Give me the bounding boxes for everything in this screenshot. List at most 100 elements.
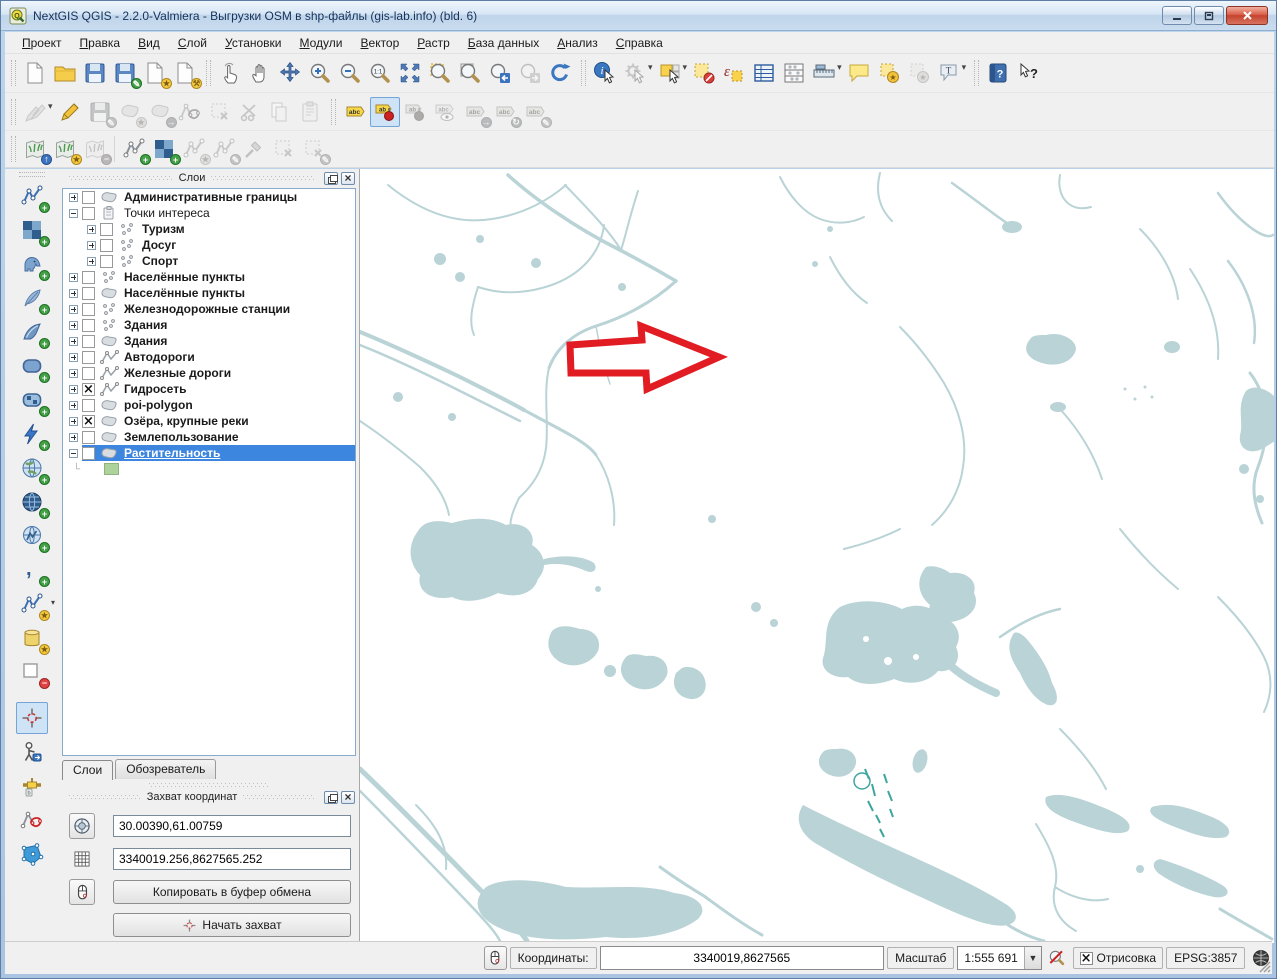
layer-checkbox[interactable] [82,447,95,460]
expand-icon[interactable] [69,433,78,442]
zoom-native-button[interactable] [365,58,395,88]
layer-checkbox[interactable] [82,207,95,220]
crs-status-label[interactable]: EPSG:3857 [1166,947,1245,969]
pin-unpin-labels-button[interactable] [400,97,430,127]
toolbar-grip[interactable] [11,60,16,86]
deselect-all-button[interactable] [689,58,719,88]
toolbar-grip[interactable] [11,136,16,162]
layer-checkbox[interactable] [82,431,95,444]
layer-checkbox[interactable] [82,191,95,204]
copy-to-clipboard-button[interactable]: Копировать в буфер обмена [113,880,351,904]
layer-checkbox-checked[interactable]: × [82,415,95,428]
node-tool-button[interactable] [175,97,205,127]
paste-features-button[interactable] [295,97,325,127]
save-layer-edits-button[interactable]: ✎ [85,97,115,127]
layer-labeling-options-button[interactable] [340,97,370,127]
layer-row-selected[interactable]: Растительность [63,445,355,461]
render-toggle[interactable]: × Отрисовка [1073,947,1164,969]
add-raster-layer-button[interactable]: + [149,134,179,164]
menu-view[interactable]: Вид [129,34,169,52]
layer-row[interactable]: ×Озёра, крупные реки [63,413,355,429]
whats-this-button[interactable] [1013,58,1043,88]
identify-features-button[interactable] [590,58,620,88]
geo-crs-button[interactable] [69,813,95,839]
zoom-to-selection-button[interactable] [425,58,455,88]
close-button[interactable] [1226,6,1268,25]
layer-row[interactable]: Досуг [63,237,355,253]
map-canvas[interactable] [359,169,1274,943]
add-wcs-layer-button[interactable]: + [16,486,48,518]
expand-icon[interactable] [87,225,96,234]
select-features-button[interactable] [655,58,685,88]
pan-map-button[interactable] [245,58,275,88]
expand-icon[interactable] [87,241,96,250]
project-remove-button[interactable]: − [80,134,110,164]
add-db2-layer-button[interactable]: + [16,384,48,416]
menu-project[interactable]: Проект [13,34,71,52]
expand-icon[interactable] [69,321,78,330]
zoom-in-button[interactable] [305,58,335,88]
new-layer-dropdown[interactable]: ▾ [51,598,55,607]
layers-panel-header[interactable]: Слои [59,169,359,187]
add-wms-layer-button[interactable]: + [16,452,48,484]
layers-panel-float-button[interactable] [324,172,338,185]
build-tools-button[interactable] [239,134,269,164]
resize-grip[interactable] [1258,960,1271,973]
layer-row[interactable]: Населённые пункты [63,285,355,301]
copy-features-button[interactable] [265,97,295,127]
change-label-button[interactable]: ✎ [520,97,550,127]
layer-page-edit-button[interactable]: ✎ [299,134,329,164]
layer-checkbox[interactable] [82,335,95,348]
rotate-label-button[interactable]: ↻ [490,97,520,127]
layer-row[interactable]: Административные границы [63,189,355,205]
add-oracle-georaster-button[interactable]: + [16,418,48,450]
save-project-button[interactable] [80,58,110,88]
measure-line-button[interactable] [809,58,839,88]
expand-icon[interactable] [69,193,78,202]
touch-zoom-pan-button[interactable] [215,58,245,88]
select-by-expression-button[interactable] [719,58,749,88]
layer-row[interactable]: Спорт [63,253,355,269]
toggle-editing-button[interactable] [55,97,85,127]
layer-row[interactable]: Автодороги [63,349,355,365]
dissolve-plugin-button[interactable] [16,804,48,836]
stop-render-button[interactable] [1046,946,1069,970]
refresh-map-button[interactable] [545,58,575,88]
text-annotation-button[interactable] [934,58,964,88]
expand-icon[interactable] [69,337,78,346]
add-oracle-layer-button[interactable]: + [16,350,48,382]
toolbar-grip[interactable] [581,60,586,86]
render-checkbox[interactable]: × [1080,952,1093,965]
current-edits-button[interactable] [20,97,50,127]
expand-icon[interactable] [69,289,78,298]
tab-browser[interactable]: Обозреватель [115,759,216,779]
add-raster-layer-button[interactable]: + [16,214,48,246]
project-to-server-button[interactable]: ↑ [20,134,50,164]
toolbar-grip[interactable] [974,60,979,86]
toolbar-grip[interactable] [11,99,16,125]
statusbar-track-mouse-button[interactable] [484,946,507,970]
collapse-icon[interactable] [69,449,78,458]
add-feature-button[interactable]: ★ [115,97,145,127]
generalizer-plugin-button[interactable] [16,838,48,870]
menu-raster[interactable]: Растр [408,34,458,52]
menu-edit[interactable]: Правка [71,34,130,52]
layer-group-row[interactable]: Точки интереса [63,205,355,221]
layer-row[interactable]: Туризм [63,221,355,237]
layer-row[interactable]: Железные дороги [63,365,355,381]
vegetation-color-swatch[interactable] [104,463,119,475]
expand-icon[interactable] [87,257,96,266]
new-project-button[interactable] [20,58,50,88]
menu-plugins[interactable]: Модули [291,34,352,52]
coord-panel-float-button[interactable] [324,791,338,804]
layer-row[interactable]: ×Гидросеть [63,381,355,397]
minimize-button[interactable] [1162,6,1192,25]
add-wfs-layer-button[interactable]: + [16,520,48,552]
move-feature-button[interactable]: → [145,97,175,127]
expand-icon[interactable] [69,353,78,362]
open-project-button[interactable] [50,58,80,88]
start-capture-button[interactable]: Начать захват [113,913,351,937]
menu-settings[interactable]: Установки [216,34,291,52]
layer-checkbox[interactable] [82,303,95,316]
layers-panel-close-button[interactable] [341,172,355,185]
